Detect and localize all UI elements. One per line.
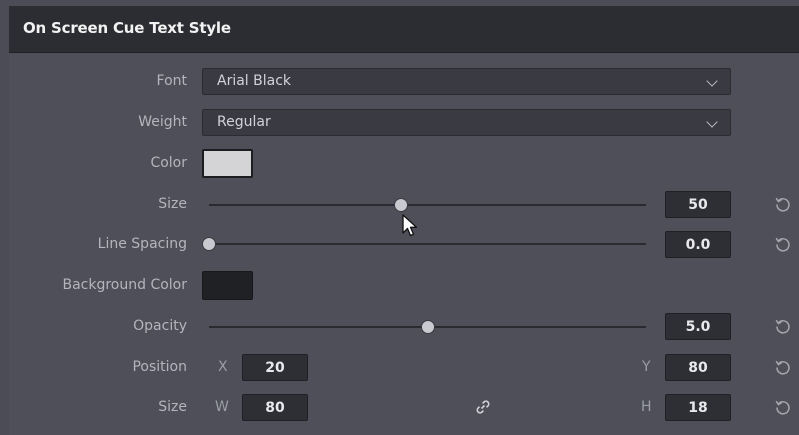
width-label: W (215, 399, 229, 415)
slider-track (209, 243, 646, 245)
color-swatch[interactable] (202, 149, 253, 178)
reset-icon[interactable] (774, 317, 792, 335)
font-dropdown[interactable]: Arial Black (202, 68, 731, 95)
position-x-input[interactable]: 20 (242, 354, 308, 381)
slider-handle[interactable] (421, 321, 434, 333)
size-input[interactable]: 50 (665, 191, 731, 218)
opacity-input[interactable]: 5.0 (665, 313, 731, 340)
weight-label: Weight (138, 114, 187, 130)
panel-title: On Screen Cue Text Style (23, 19, 231, 37)
reset-icon[interactable] (774, 398, 792, 416)
reset-icon[interactable] (774, 235, 792, 253)
slider-track (209, 204, 646, 206)
width-input[interactable]: 80 (242, 394, 308, 421)
panel-header: On Screen Cue Text Style (9, 6, 799, 53)
line-spacing-slider[interactable] (203, 237, 646, 251)
link-icon[interactable] (474, 398, 492, 416)
size-label: Size (158, 196, 187, 212)
weight-dropdown[interactable]: Regular (202, 109, 731, 136)
mouse-cursor-icon (402, 214, 418, 237)
text-style-panel: On Screen Cue Text Style Font Arial Blac… (0, 0, 799, 435)
slider-handle[interactable] (395, 199, 408, 211)
weight-value: Regular (217, 114, 271, 130)
size-slider[interactable] (209, 198, 646, 212)
position-y-label: Y (642, 359, 651, 375)
color-label: Color (150, 155, 187, 171)
background-color-label: Background Color (62, 277, 187, 293)
font-value: Arial Black (217, 73, 292, 89)
position-label: Position (132, 359, 187, 375)
slider-handle[interactable] (203, 238, 215, 250)
position-x-label: X (218, 359, 228, 375)
background-color-swatch[interactable] (202, 271, 253, 300)
height-input[interactable]: 18 (665, 394, 731, 421)
reset-icon[interactable] (774, 195, 792, 213)
chevron-down-icon (706, 116, 718, 128)
chevron-down-icon (706, 75, 718, 87)
font-label: Font (156, 73, 187, 89)
opacity-label: Opacity (133, 318, 187, 334)
line-spacing-input[interactable]: 0.0 (665, 231, 731, 258)
height-label: H (641, 399, 652, 415)
position-y-input[interactable]: 80 (665, 354, 731, 381)
reset-icon[interactable] (774, 358, 792, 376)
opacity-slider[interactable] (209, 320, 646, 334)
dimensions-label: Size (158, 399, 187, 415)
line-spacing-label: Line Spacing (97, 236, 187, 252)
